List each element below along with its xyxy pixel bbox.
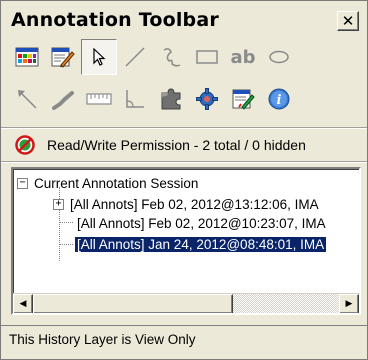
highlighter-button[interactable] bbox=[45, 81, 81, 117]
color-palette-icon bbox=[15, 47, 39, 67]
permission-separator bbox=[1, 161, 367, 163]
edit-properties-button[interactable] bbox=[45, 39, 81, 75]
toolbar-row-2: i bbox=[9, 80, 297, 118]
tree-item-selected[interactable]: [All Annots] Jan 24, 2012@08:48:01, IMA bbox=[73, 234, 328, 254]
tree-connector-item-2 bbox=[59, 222, 73, 223]
tree-item-label: [All Annots] Feb 02, 2012@10:23:07, IMA bbox=[77, 215, 326, 231]
scroll-thumb[interactable] bbox=[33, 294, 233, 313]
tree-item[interactable]: + [All Annots] Feb 02, 2012@13:12:06, IM… bbox=[53, 194, 319, 214]
info-icon: i bbox=[268, 88, 290, 110]
edit-properties-icon bbox=[51, 47, 75, 68]
status-text: This History Layer is View Only bbox=[9, 332, 196, 347]
rectangle-icon bbox=[196, 50, 218, 64]
collapse-toggle[interactable]: − bbox=[17, 177, 28, 189]
tree-content: − Current Annotation Session + [All Anno… bbox=[13, 169, 359, 293]
tree-item[interactable]: [All Annots] Feb 02, 2012@10:23:07, IMA bbox=[77, 213, 326, 233]
title-bar[interactable]: Annotation Toolbar ✕ bbox=[3, 3, 365, 36]
status-bar: This History Layer is View Only bbox=[1, 325, 367, 359]
highlighter-icon bbox=[52, 91, 74, 110]
ellipse-icon bbox=[269, 50, 289, 64]
close-icon: ✕ bbox=[341, 11, 355, 30]
angle-icon bbox=[126, 90, 144, 108]
ruler-button[interactable] bbox=[81, 81, 117, 117]
tree-connector-item-3 bbox=[59, 244, 73, 245]
freehand-button[interactable] bbox=[153, 39, 189, 75]
tree-item-label: [All Annots] Jan 24, 2012@08:48:01, IMA bbox=[73, 235, 328, 253]
scroll-right-icon: ▶ bbox=[345, 299, 353, 309]
arrow-icon bbox=[18, 90, 37, 109]
arrow-button[interactable] bbox=[9, 81, 45, 117]
close-button[interactable]: ✕ bbox=[337, 11, 359, 31]
ellipse-button[interactable] bbox=[261, 39, 297, 75]
tree-root-node[interactable]: − Current Annotation Session bbox=[17, 173, 198, 193]
freehand-icon bbox=[163, 48, 181, 67]
svg-text:i: i bbox=[277, 93, 282, 108]
expand-toggle[interactable]: + bbox=[53, 198, 64, 210]
edit-icon bbox=[232, 89, 255, 110]
select-button[interactable] bbox=[81, 39, 117, 75]
gear-icon bbox=[196, 88, 218, 110]
gear-button[interactable] bbox=[189, 81, 225, 117]
edit-button[interactable] bbox=[225, 81, 261, 117]
ruler-icon bbox=[86, 93, 112, 105]
scroll-left-icon: ◀ bbox=[19, 299, 27, 309]
line-icon bbox=[125, 47, 145, 67]
text-ab-icon: ab bbox=[230, 46, 256, 68]
annotation-toolbar-window: Annotation Toolbar ✕ ab i Read/Write Per… bbox=[0, 0, 368, 360]
line-button[interactable] bbox=[117, 39, 153, 75]
scroll-right-button[interactable]: ▶ bbox=[339, 294, 359, 313]
tree-item-label: [All Annots] Feb 02, 2012@13:12:06, IMA bbox=[70, 196, 319, 212]
puzzle-button[interactable] bbox=[153, 81, 189, 117]
annotation-tree-view[interactable]: − Current Annotation Session + [All Anno… bbox=[11, 167, 361, 315]
color-palette-button[interactable] bbox=[9, 39, 45, 75]
horizontal-scrollbar[interactable]: ◀ ▶ bbox=[13, 293, 359, 313]
puzzle-icon bbox=[161, 88, 181, 110]
select-arrow-icon bbox=[93, 47, 106, 66]
permission-text: Read/Write Permission - 2 total / 0 hidd… bbox=[47, 137, 306, 153]
tree-root-label: Current Annotation Session bbox=[34, 175, 199, 191]
window-title: Annotation Toolbar bbox=[11, 9, 219, 31]
toolbar-separator bbox=[1, 127, 367, 129]
permission-row: Read/Write Permission - 2 total / 0 hidd… bbox=[15, 133, 306, 157]
toolbar-row-1: ab bbox=[9, 38, 297, 76]
scroll-left-button[interactable]: ◀ bbox=[13, 294, 33, 313]
info-button[interactable]: i bbox=[261, 81, 297, 117]
rectangle-button[interactable] bbox=[189, 39, 225, 75]
text-button[interactable]: ab bbox=[225, 39, 261, 75]
angle-button[interactable] bbox=[117, 81, 153, 117]
no-entry-icon bbox=[15, 135, 35, 155]
